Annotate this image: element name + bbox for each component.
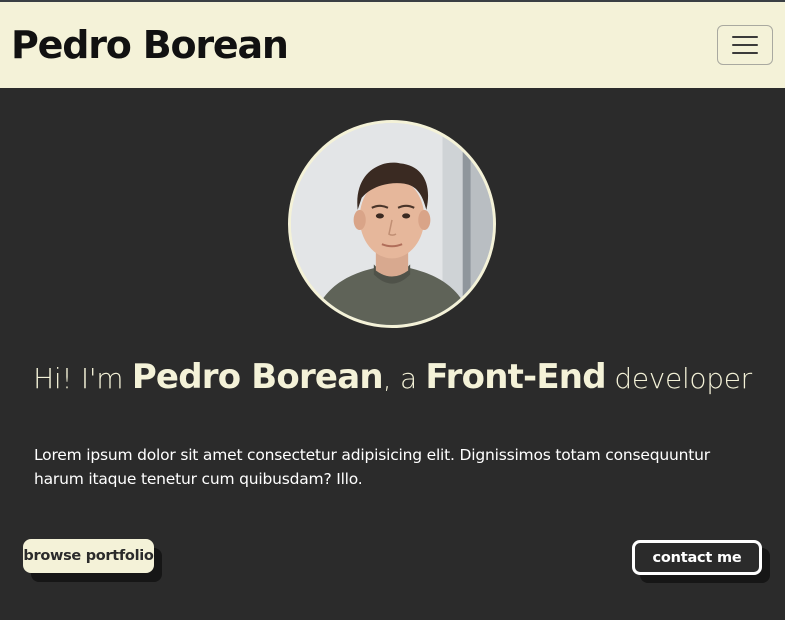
- hamburger-menu-icon-bar: [732, 52, 758, 54]
- avatar: [288, 120, 496, 328]
- headline-connector: , a: [382, 362, 426, 395]
- headline-suffix: developer: [605, 362, 752, 395]
- hero-intro-text: Lorem ipsum dolor sit amet consectetur a…: [34, 446, 710, 488]
- headline-role: Front-End: [425, 357, 606, 397]
- navbar-brand[interactable]: Pedro Borean: [11, 21, 289, 69]
- profile-photo: [291, 123, 493, 325]
- contact-me-button[interactable]: contact me: [632, 540, 762, 575]
- navbar-toggle-button[interactable]: [717, 25, 773, 65]
- browse-portfolio-group: browse portfolio: [23, 539, 163, 583]
- contact-me-group: contact me: [632, 540, 770, 584]
- hamburger-menu-icon: [732, 36, 758, 38]
- browse-portfolio-button[interactable]: browse portfolio: [23, 539, 154, 573]
- headline-name: Pedro Borean: [131, 357, 384, 397]
- hero-headline: Hi! I'm Pedro Borean, a Front-End develo…: [0, 348, 785, 408]
- navbar: Pedro Borean: [0, 2, 785, 88]
- hamburger-menu-icon-bar: [732, 44, 758, 46]
- headline-greeting: Hi! I'm: [33, 362, 132, 395]
